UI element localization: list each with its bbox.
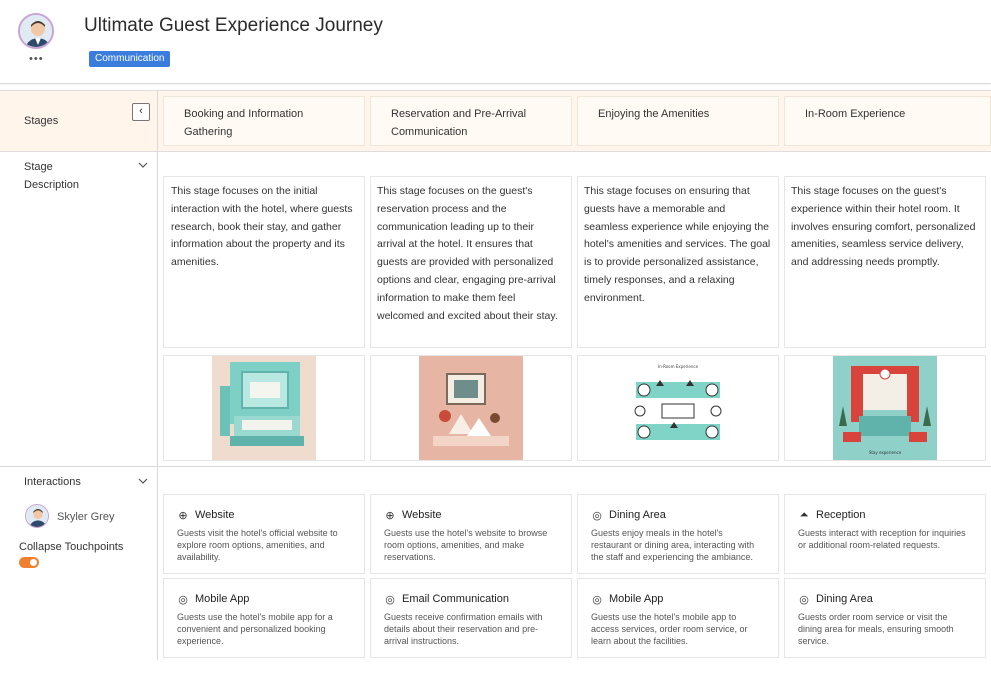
touchpoint-description: Guests use the hotel's mobile app for a … [177,612,333,646]
stage-header-1[interactable]: Booking and Information Gathering [163,96,365,146]
illustration-caption: Stay experience [869,450,902,455]
touchpoint-description: Guests receive confirmation emails with … [384,612,543,646]
category-tag[interactable]: Communication [89,51,171,67]
stages-label: Stages [24,115,59,127]
row-divider [0,466,991,467]
touchpoint-title: Dining Area [609,509,666,521]
diagram-caption: In-Room Experience [658,364,699,369]
stage-description-3: This stage focuses on ensuring that gues… [577,176,779,348]
left-column-divider [157,90,158,660]
collapse-touchpoints-toggle[interactable] [19,557,39,568]
globe-icon: ⊕ [385,509,395,522]
touchpoint-card[interactable]: ⊕ Website Guests use the hotel's website … [370,494,572,574]
stage-image-card-2 [370,355,572,461]
touchpoint-description: Guests use the hotel's website to browse… [384,528,548,562]
user-avatar[interactable] [18,13,54,49]
touchpoint-title: Mobile App [195,593,250,605]
target-icon: ◎ [592,593,602,606]
touchpoint-description: Guests use the hotel's mobile app to acc… [591,612,748,646]
page-title: Ultimate Guest Experience Journey [84,15,383,36]
stage-image-card-4: Stay experience [784,355,986,461]
persona-avatar[interactable] [25,504,49,528]
collapse-sidebar-button[interactable]: ‹ [132,103,150,121]
collapse-touchpoints-label: Collapse Touchpoints [19,541,124,553]
stage-description-4: This stage focuses on the guest's experi… [784,176,986,348]
chevron-down-icon[interactable] [138,161,148,171]
stage-description-1: This stage focuses on the initial intera… [163,176,365,348]
touchpoint-title: Mobile App [609,593,664,605]
stage-header-2[interactable]: Reservation and Pre-Arrival Communicatio… [370,96,572,146]
touchpoint-description: Guests order room service or visit the d… [798,612,954,646]
touchpoint-title: Website [195,509,235,521]
touchpoint-card[interactable]: ⏶ Reception Guests interact with receptio… [784,494,986,574]
touchpoint-description: Guests visit the hotel's official websit… [177,528,338,562]
touchpoint-card[interactable]: ◎ Dining Area Guests enjoy meals in the h… [577,494,779,574]
bell-icon: ⏶ [799,508,809,521]
touchpoint-card[interactable]: ◎ Dining Area Guests order room service o… [784,578,986,658]
touchpoint-description: Guests enjoy meals in the hotel's restau… [591,528,755,562]
touchpoint-title: Website [402,509,442,521]
touchpoint-card[interactable]: ⊕ Website Guests visit the hotel's offici… [163,494,365,574]
touchpoint-card[interactable]: ◎ Email Communication Guests receive conf… [370,578,572,658]
stage-image-4: Stay experience [833,356,937,460]
persona-name: Skyler Grey [57,511,115,523]
target-icon: ◎ [385,593,395,606]
stage-header-4[interactable]: In-Room Experience [784,96,991,146]
stage-image-2 [419,356,523,460]
touchpoint-title: Reception [816,509,866,521]
stage-image-3: In-Room Experience [626,356,730,460]
page-header: ••• Ultimate Guest Experience Journey Co… [0,0,991,84]
touchpoint-title: Dining Area [816,593,873,605]
globe-icon: ⊕ [178,509,188,522]
more-options-icon[interactable]: ••• [29,53,44,65]
touchpoint-title: Email Communication [402,593,509,605]
touchpoint-card[interactable]: ◎ Mobile App Guests use the hotel's mobil… [577,578,779,658]
touchpoint-card[interactable]: ◎ Mobile App Guests use the hotel's mobil… [163,578,365,658]
target-icon: ◎ [592,509,602,522]
stage-image-card-1 [163,355,365,461]
stage-description-2: This stage focuses on the guest's reserv… [370,176,572,348]
stage-description-label: Stage Description [24,161,80,191]
stage-image-card-3: In-Room Experience [577,355,779,461]
stage-image-1 [212,356,316,460]
target-icon: ◎ [178,593,188,606]
stage-header-3[interactable]: Enjoying the Amenities [577,96,779,146]
chevron-down-icon[interactable] [138,477,148,487]
target-icon: ◎ [799,593,809,606]
touchpoint-description: Guests interact with reception for inqui… [798,528,966,550]
interactions-label: Interactions [24,476,81,488]
